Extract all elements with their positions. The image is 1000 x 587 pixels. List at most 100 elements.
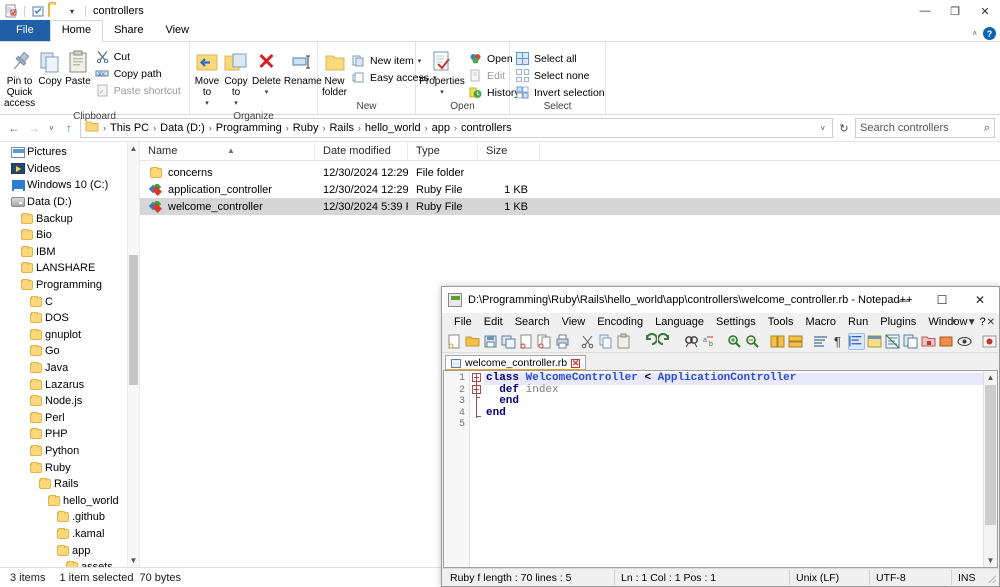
properties-button[interactable]: Properties ▾: [419, 46, 465, 100]
replace-icon[interactable]: ab: [701, 333, 718, 350]
breadcrumb-controllers[interactable]: controllers: [458, 122, 515, 134]
word-wrap-icon[interactable]: [812, 333, 829, 350]
code-editor[interactable]: 12345 class WelcomeController < Applicat…: [443, 370, 998, 568]
maximize-button[interactable]: ❐: [940, 0, 970, 22]
properties-caret-icon[interactable]: ▾: [440, 87, 444, 98]
npp-add-tab-icon[interactable]: +: [951, 317, 957, 328]
tree-item-python[interactable]: Python: [0, 443, 139, 460]
code-text-area[interactable]: class WelcomeController < ApplicationCon…: [484, 371, 983, 567]
search-box[interactable]: Search controllers ⌕: [855, 118, 995, 138]
copy-to-caret-icon[interactable]: ▾: [234, 98, 238, 109]
tree-item-ruby[interactable]: Ruby: [0, 459, 139, 476]
tree-item-php[interactable]: PHP: [0, 426, 139, 443]
tree-item-c[interactable]: C: [0, 293, 139, 310]
ribbon-tab-share[interactable]: Share: [103, 21, 154, 41]
tree-item-go[interactable]: Go: [0, 343, 139, 360]
undo-icon[interactable]: [640, 333, 658, 350]
tree-item-programming[interactable]: Programming: [0, 277, 139, 294]
nav-pane-scrollbar[interactable]: ▲ ▼: [127, 142, 139, 567]
print-icon[interactable]: [554, 333, 571, 350]
save-all-icon[interactable]: [500, 333, 517, 350]
delete-caret-icon[interactable]: ▾: [265, 87, 269, 98]
folder-icon[interactable]: [48, 3, 62, 18]
file-row-concerns[interactable]: concerns 12/30/2024 12:29 PM File folder: [140, 164, 1000, 181]
user-defined-dialog-icon[interactable]: [866, 333, 883, 350]
menu-item-settings[interactable]: Settings: [710, 315, 762, 329]
scrollbar-thumb[interactable]: [129, 255, 138, 385]
editor-scroll-up-icon[interactable]: ▲: [984, 371, 997, 384]
npp-close-button[interactable]: ✕: [961, 287, 999, 313]
npp-maximize-button[interactable]: ☐: [923, 287, 961, 313]
copy-button[interactable]: Copy: [37, 46, 63, 89]
tree-item-lanshare[interactable]: LANSHARE: [0, 260, 139, 277]
search-input[interactable]: Search controllers: [860, 122, 984, 134]
column-header-name[interactable]: Name ▲: [140, 141, 315, 161]
close-all-files-icon[interactable]: [536, 333, 553, 350]
paste-button[interactable]: Paste: [64, 46, 92, 89]
tree-item-ibm[interactable]: IBM: [0, 244, 139, 261]
menu-item-edit[interactable]: Edit: [478, 315, 509, 329]
ribbon-tab-view[interactable]: View: [154, 21, 200, 41]
copy-icon[interactable]: [597, 333, 614, 350]
npp-minimize-button[interactable]: —: [885, 287, 923, 313]
move-to-caret-icon[interactable]: ▾: [205, 98, 209, 109]
indent-guide-icon[interactable]: [848, 333, 865, 350]
scroll-down-icon[interactable]: ▼: [128, 554, 139, 567]
save-icon[interactable]: [482, 333, 499, 350]
move-to-button[interactable]: Move to ▾: [193, 46, 221, 111]
tab-close-icon[interactable]: ✕: [571, 358, 581, 368]
tree-item-github[interactable]: .github: [0, 509, 139, 526]
refresh-button[interactable]: ↻: [835, 118, 853, 138]
delete-button[interactable]: ✕ Delete ▾: [251, 46, 282, 100]
zoom-in-icon[interactable]: [726, 333, 743, 350]
paste-shortcut-button[interactable]: Paste shortcut: [93, 82, 187, 99]
copy-path-button[interactable]: abc Copy path: [93, 65, 187, 82]
show-all-characters-icon[interactable]: ¶: [830, 333, 847, 350]
new-folder-button[interactable]: New folder: [321, 46, 348, 100]
column-header-size[interactable]: Size: [478, 141, 540, 161]
menu-item-run[interactable]: Run: [842, 315, 874, 329]
tree-item-videos[interactable]: Videos: [0, 161, 139, 178]
redo-icon[interactable]: [657, 333, 675, 350]
properties-icon[interactable]: [4, 4, 18, 18]
editor-vertical-scrollbar[interactable]: ▲ ▼: [983, 371, 997, 567]
breadcrumb-app[interactable]: app: [429, 122, 453, 134]
menu-item-search[interactable]: Search: [509, 315, 556, 329]
cut-button[interactable]: Cut: [93, 48, 187, 65]
tree-item-java[interactable]: Java: [0, 360, 139, 377]
copy-to-button[interactable]: Copy to ▾: [222, 46, 250, 111]
breadcrumb-hello-world[interactable]: hello_world: [362, 122, 424, 134]
new-file-icon[interactable]: [446, 333, 463, 350]
minimize-button[interactable]: —: [910, 0, 940, 22]
sync-vertical-scroll-icon[interactable]: [769, 333, 786, 350]
tree-item-kamal[interactable]: .kamal: [0, 526, 139, 543]
tree-item-hello-world[interactable]: hello_world: [0, 492, 139, 509]
paste-icon[interactable]: [615, 333, 632, 350]
column-header-date-modified[interactable]: Date modified: [315, 141, 408, 161]
tree-item-app[interactable]: app: [0, 542, 139, 559]
open-file-icon[interactable]: [464, 333, 481, 350]
menu-item-plugins[interactable]: Plugins: [874, 315, 922, 329]
column-header-type[interactable]: Type: [408, 141, 478, 161]
menu-item-tools[interactable]: Tools: [762, 315, 800, 329]
menu-item-file[interactable]: File: [448, 315, 478, 329]
ribbon-tab-file[interactable]: File: [0, 20, 50, 41]
tree-item-gnuplot[interactable]: gnuplot: [0, 327, 139, 344]
folder-as-workspace-icon[interactable]: [920, 333, 937, 350]
editor-scrollbar-thumb[interactable]: [985, 385, 996, 525]
sync-horizontal-scroll-icon[interactable]: [787, 333, 804, 350]
tree-item-node-js[interactable]: Node.js: [0, 393, 139, 410]
chevron-down-icon[interactable]: ▾: [65, 4, 79, 18]
tree-item-data-d[interactable]: Data (D:): [0, 194, 139, 211]
scroll-up-icon[interactable]: ▲: [128, 142, 139, 155]
document-map-icon[interactable]: [884, 333, 901, 350]
tree-item-backup[interactable]: Backup: [0, 210, 139, 227]
select-none-button[interactable]: Select none: [513, 67, 611, 84]
invert-selection-button[interactable]: Invert selection: [513, 84, 611, 101]
preview-icon[interactable]: [956, 333, 973, 350]
tree-item-assets[interactable]: assets: [0, 559, 139, 567]
code-folding-margin[interactable]: [470, 371, 484, 567]
monitoring-icon[interactable]: [938, 333, 955, 350]
breadcrumb-dropdown-icon[interactable]: ˅: [815, 124, 830, 133]
close-file-icon[interactable]: [518, 333, 535, 350]
